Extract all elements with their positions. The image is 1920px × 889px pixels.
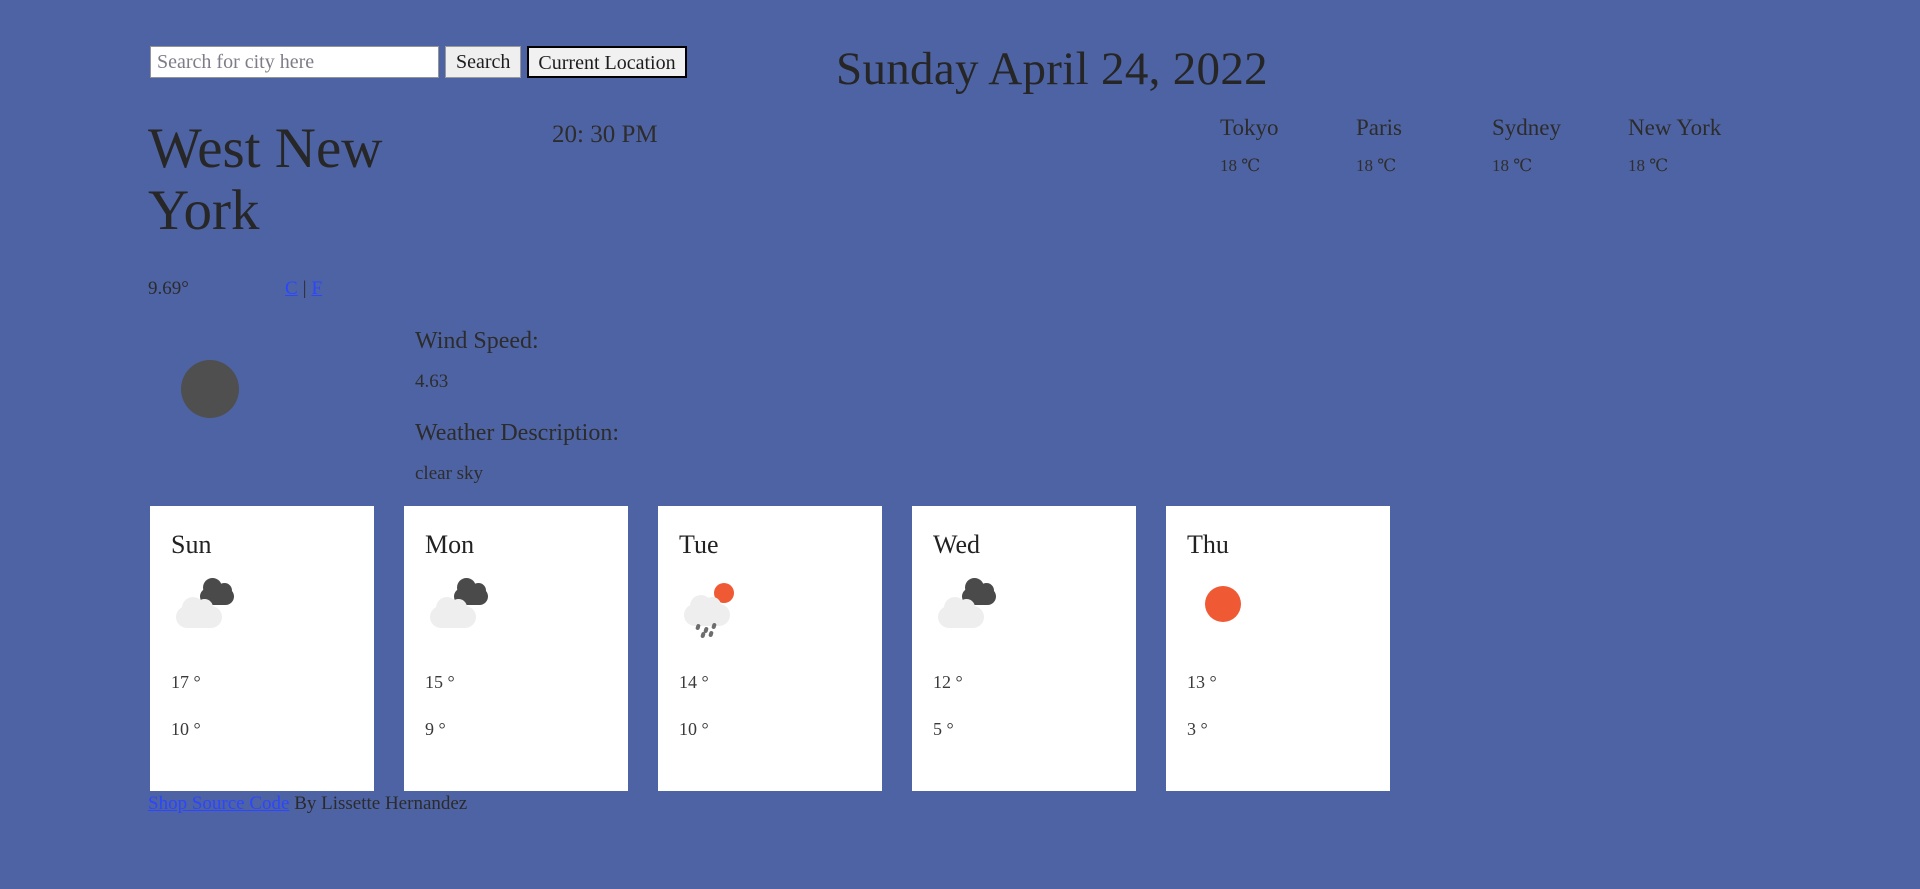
forecast-high: 13 ° [1187, 672, 1217, 692]
cloud-circle-icon [181, 360, 239, 418]
forecast-low: 5 ° [933, 719, 954, 739]
forecast-card[interactable]: Sun 17 ° 10 ° [150, 506, 374, 791]
unit-separator: | [302, 278, 307, 299]
forecast-card[interactable]: Wed 12 ° 5 ° [912, 506, 1136, 791]
forecast-low: 3 ° [1187, 719, 1208, 739]
sun-icon [1192, 578, 1266, 640]
wind-speed-label: Wind Speed: [415, 328, 539, 354]
unit-celsius-link[interactable]: C [285, 278, 298, 299]
world-clock-city: Tokyo [1220, 115, 1279, 140]
page-title: Sunday April 24, 2022 [836, 43, 1268, 95]
wind-speed-value: 4.63 [415, 371, 449, 392]
world-clock-temp: 18 ℃ [1492, 156, 1533, 175]
forecast-day: Thu [1187, 530, 1229, 559]
description-block: Weather Description: clear sky [415, 420, 619, 485]
forecast-card[interactable]: Mon 15 ° 9 ° [404, 506, 628, 791]
search-button[interactable]: Search [445, 46, 522, 78]
forecast-day: Tue [679, 530, 719, 559]
forecast-card[interactable]: Tue 14 ° 10 ° [658, 506, 882, 791]
forecast-low: 10 ° [171, 719, 201, 739]
world-clock-temp: 18 ℃ [1628, 156, 1669, 175]
world-clock-list: Tokyo 18 ℃ Paris 18 ℃ Sydney 18 ℃ New Yo… [1220, 115, 1764, 176]
footer: Shop Source Code By Lissette Hernandez [148, 793, 467, 815]
world-clock-city: New York [1628, 115, 1722, 140]
weather-description-value: clear sky [415, 463, 484, 484]
source-code-link[interactable]: Shop Source Code [148, 793, 289, 814]
world-clock-item: Paris 18 ℃ [1356, 115, 1492, 176]
light-cloud-shape [684, 592, 730, 626]
weather-description-label: Weather Description: [415, 420, 619, 446]
light-cloud-shape [938, 594, 984, 628]
forecast-low: 9 ° [425, 719, 446, 739]
cloudy-icon [430, 578, 504, 640]
temperature-row: 9.69° C | F [148, 278, 322, 300]
search-input[interactable] [150, 46, 439, 78]
world-clock-city: Sydney [1492, 115, 1561, 140]
forecast-day: Wed [933, 530, 980, 559]
current-temperature: 9.69° [148, 278, 189, 299]
forecast-high: 15 ° [425, 672, 455, 692]
wind-speed-block: Wind Speed: 4.63 [415, 328, 619, 393]
world-clock-temp: 18 ℃ [1356, 156, 1397, 175]
current-city-name: West New York [148, 117, 383, 242]
current-location-button[interactable]: Current Location [527, 46, 687, 78]
light-cloud-shape [176, 594, 222, 628]
rain-sun-icon [684, 578, 758, 640]
forecast-high: 14 ° [679, 672, 709, 692]
local-time: 20: 30 PM [552, 121, 658, 148]
unit-fahrenheit-link[interactable]: F [312, 278, 323, 299]
unit-toggle: C | F [285, 278, 322, 300]
forecast-list: Sun 17 ° 10 ° Mon 15 ° 9 ° Tue 14 ° 10 °… [150, 506, 1420, 791]
world-clock-item: New York 18 ℃ [1628, 115, 1764, 176]
forecast-low: 10 ° [679, 719, 709, 739]
world-clock-city: Paris [1356, 115, 1402, 140]
world-clock-temp: 18 ℃ [1220, 156, 1261, 175]
forecast-card[interactable]: Thu 13 ° 3 ° [1166, 506, 1390, 791]
footer-credit: By Lissette Hernandez [289, 793, 468, 814]
world-clock-item: Tokyo 18 ℃ [1220, 115, 1356, 176]
light-cloud-shape [430, 594, 476, 628]
rain-drops-shape [694, 622, 728, 639]
sun-shape [1205, 586, 1241, 622]
forecast-day: Mon [425, 530, 475, 559]
search-bar: Search Current Location [150, 46, 687, 78]
forecast-high: 17 ° [171, 672, 201, 692]
world-clock-item: Sydney 18 ℃ [1492, 115, 1628, 176]
cloudy-icon [176, 578, 250, 640]
forecast-day: Sun [171, 530, 212, 559]
weather-details: Wind Speed: 4.63 Weather Description: cl… [415, 328, 619, 485]
weather-app: Search Current Location Sunday April 24,… [0, 0, 1920, 889]
forecast-high: 12 ° [933, 672, 963, 692]
cloudy-icon [938, 578, 1012, 640]
